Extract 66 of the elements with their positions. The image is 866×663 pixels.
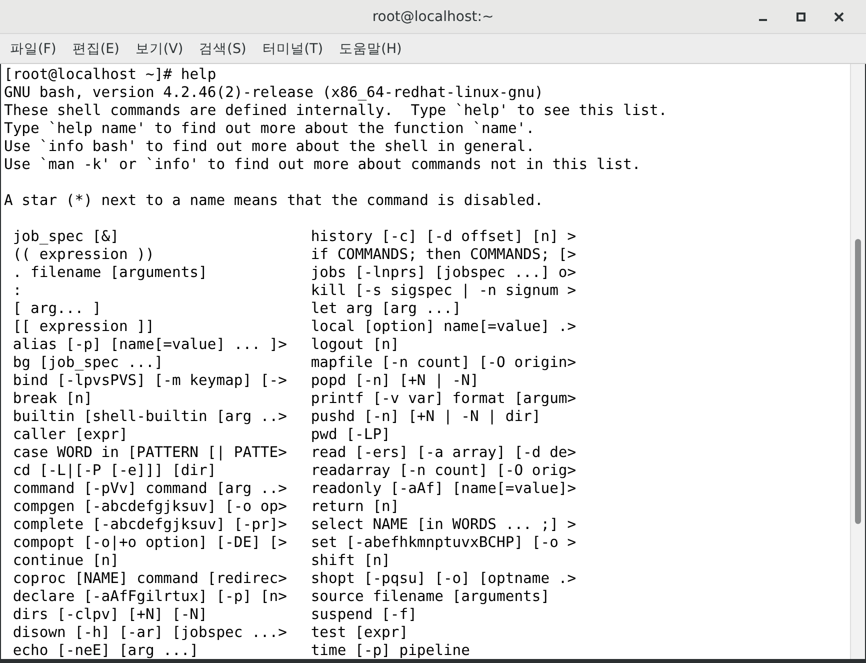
command-entry: complete [-abcdefgjksuv] [-pr]> bbox=[12, 516, 288, 534]
command-entry: caller [expr] bbox=[12, 426, 129, 444]
maximize-icon[interactable] bbox=[796, 12, 806, 22]
command-entry: kill [-s sigspec | -n signum > bbox=[310, 282, 576, 300]
command-entry: (( expression )) bbox=[12, 246, 156, 264]
command-entry: logout [n] bbox=[310, 336, 400, 354]
close-icon[interactable] bbox=[834, 12, 844, 22]
command-entry: compgen [-abcdefgjksuv] [-o op> bbox=[12, 498, 288, 516]
command-entry: if COMMANDS; then COMMANDS; [> bbox=[310, 246, 576, 264]
command-entry: case WORD in [PATTERN [| PATTE> bbox=[12, 444, 288, 462]
command-entry: builtin [shell-builtin [arg ..> bbox=[12, 408, 288, 426]
command-entry: break [n] bbox=[12, 390, 94, 408]
command-entry: source filename [arguments] bbox=[310, 588, 551, 606]
command-entry: suspend [-f] bbox=[310, 606, 418, 624]
menu-item[interactable]: 터미널(T) bbox=[262, 40, 324, 58]
menu-item[interactable]: 파일(F) bbox=[10, 40, 56, 58]
command-entry: continue [n] bbox=[12, 552, 120, 570]
terminal-line: A star (*) next to a name means that the command is disabled. bbox=[4, 192, 544, 210]
command-entry: disown [-h] [-ar] [jobspec ...> bbox=[12, 624, 288, 642]
command-entry: printf [-v var] format [argum> bbox=[310, 390, 576, 408]
command-entry: time [-p] pipeline bbox=[310, 642, 471, 659]
command-entry: [[ expression ]] bbox=[12, 318, 156, 336]
terminal-line: These shell commands are defined internally. Type `help' to see this list. bbox=[4, 102, 668, 120]
scrollbar[interactable] bbox=[850, 64, 865, 659]
command-entry: bind [-lpvsPVS] [-m keymap] [-> bbox=[12, 372, 288, 390]
command-entry: bg [job_spec ...] bbox=[12, 354, 164, 372]
terminal-line: GNU bash, version 4.2.46(2)-release (x86_64-redhat-linux-gnu) bbox=[4, 84, 544, 102]
command-entry: job_spec [&] bbox=[12, 228, 120, 246]
command-entry: read [-ers] [-a array] [-d de> bbox=[310, 444, 576, 462]
command-entry: pushd [-n] [+N | -N | dir] bbox=[310, 408, 542, 426]
command-entry: test [expr] bbox=[310, 624, 410, 642]
command-entry: declare [-aAfFgilrtux] [-p] [n> bbox=[12, 588, 288, 606]
terminal-line: Use `info bash' to find out more about the shell in general. bbox=[4, 138, 536, 156]
menu-item[interactable]: 편집(E) bbox=[72, 40, 120, 58]
menu-item[interactable]: 도움말(H) bbox=[339, 40, 402, 58]
command-entry: readarray [-n count] [-O orig> bbox=[310, 462, 576, 480]
command-entry: mapfile [-n count] [-O origin> bbox=[310, 354, 576, 372]
command-entry: coproc [NAME] command [redirec> bbox=[12, 570, 288, 588]
command-entry: . filename [arguments] bbox=[12, 264, 208, 282]
command-entry: dirs [-clpv] [+N] [-N] bbox=[12, 606, 208, 624]
command-entry: cd [-L|[-P [-e]]] [dir] bbox=[12, 462, 218, 480]
command-entry: [ arg... ] bbox=[12, 300, 102, 318]
terminal-line: Type `help name' to find out more about the function `name'. bbox=[4, 120, 536, 138]
scrollbar-thumb[interactable] bbox=[855, 239, 861, 524]
command-entry: jobs [-lnprs] [jobspec ...] o> bbox=[310, 264, 576, 282]
command-entry: echo [-neE] [arg ...] bbox=[12, 642, 200, 659]
command-entry: let arg [arg ...] bbox=[310, 300, 462, 318]
command-entry: return [n] bbox=[310, 498, 400, 516]
command-entry: local [option] name[=value] .> bbox=[310, 318, 576, 336]
command-entry: command [-pVv] command [arg ..> bbox=[12, 480, 288, 498]
command-entry: shift [n] bbox=[310, 552, 392, 570]
command-entry: history [-c] [-d offset] [n] > bbox=[310, 228, 576, 246]
command-entry: set [-abefhkmnptuvxBCHP] [-o > bbox=[310, 534, 576, 552]
command-entry: shopt [-pqsu] [-o] [optname .> bbox=[310, 570, 576, 588]
command-entry: : bbox=[12, 282, 23, 300]
command-entry: select NAME [in WORDS ... ;] > bbox=[310, 516, 576, 534]
command-entry: readonly [-aAf] [name[=value]> bbox=[310, 480, 576, 498]
menu-item[interactable]: 보기(V) bbox=[135, 40, 184, 58]
command-entry: pwd [-LP] bbox=[310, 426, 392, 444]
terminal-line: [root@localhost ~]# help bbox=[4, 66, 218, 84]
window-title: root@localhost:~ bbox=[372, 8, 494, 24]
command-entry: alias [-p] [name[=value] ... ]> bbox=[12, 336, 288, 354]
menu-item[interactable]: 검색(S) bbox=[199, 40, 246, 58]
command-entry: popd [-n] [+N | -N] bbox=[310, 372, 480, 390]
terminal-line: Use `man -k' or `info' to find out more about commands not in this list. bbox=[4, 156, 642, 174]
command-entry: compopt [-o|+o option] [-DE] [> bbox=[12, 534, 288, 552]
